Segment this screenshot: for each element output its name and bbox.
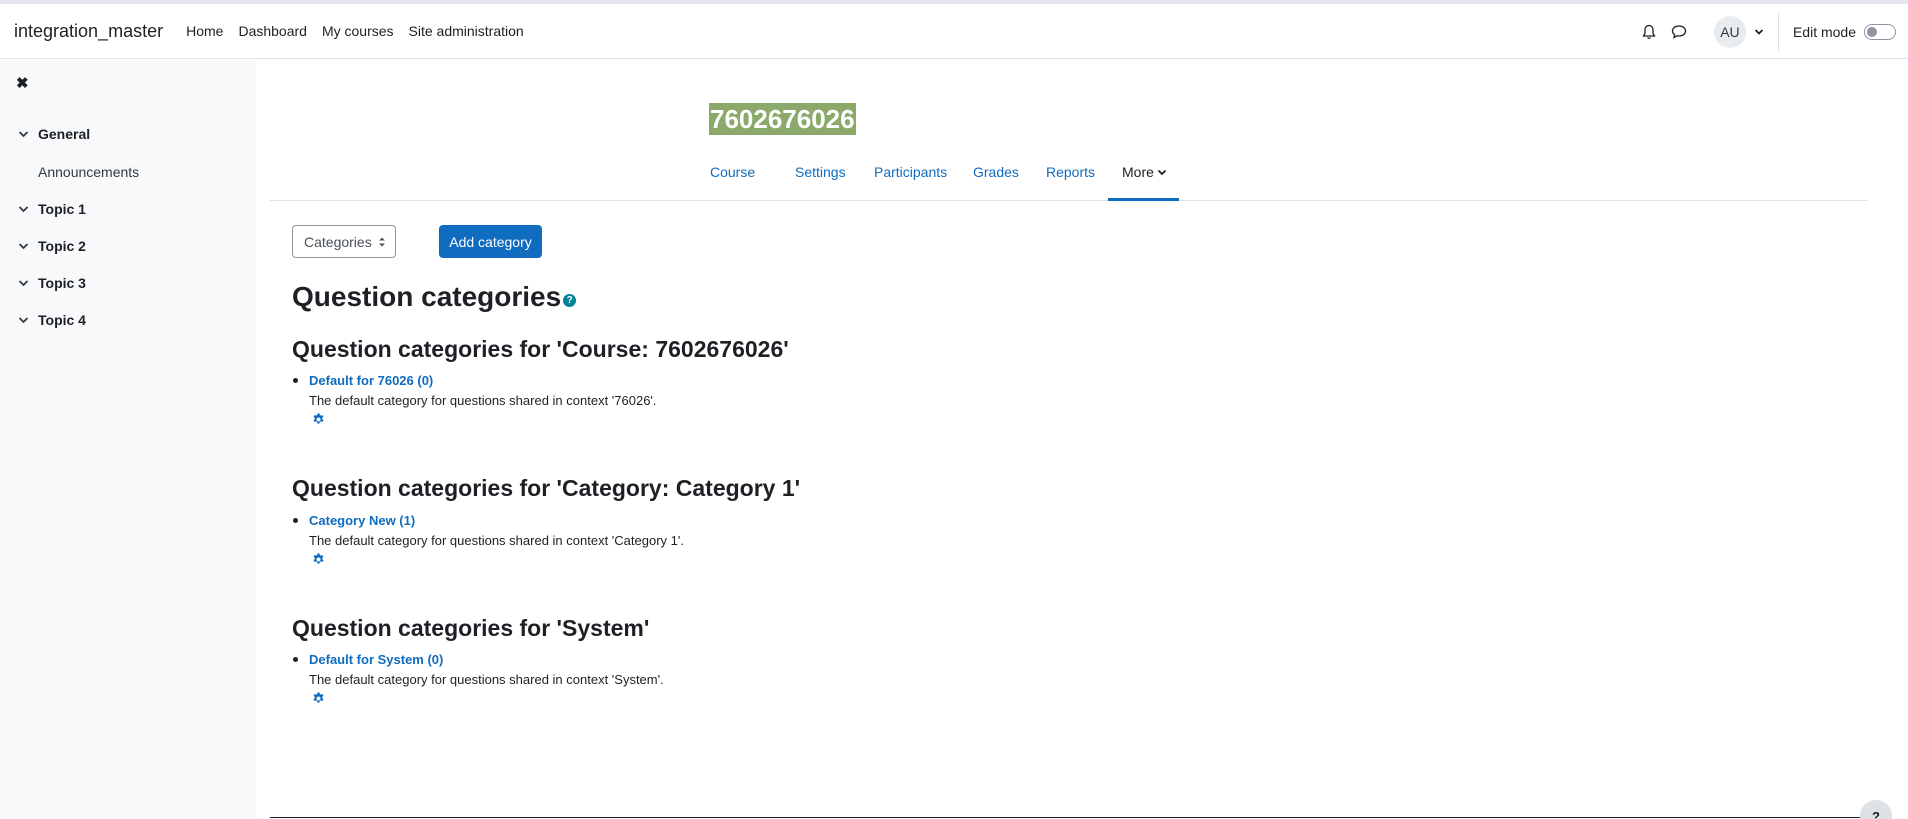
category-link[interactable]: Default for 76026 (0) bbox=[309, 373, 433, 388]
gear-icon[interactable] bbox=[312, 553, 325, 566]
secondary-navigation: Course Settings Participants Grades Repo… bbox=[270, 135, 1868, 201]
tab-settings[interactable]: Settings bbox=[795, 164, 846, 180]
page-heading-text: Question categories bbox=[292, 281, 562, 312]
category-link[interactable]: Default for System (0) bbox=[309, 652, 443, 667]
list-bullet bbox=[293, 378, 298, 383]
chevron-down-icon[interactable] bbox=[1157, 168, 1167, 176]
help-icon[interactable]: ? bbox=[563, 293, 577, 307]
category-description: The default category for questions share… bbox=[309, 393, 657, 408]
drawer-section-topic-3[interactable]: Topic 3 bbox=[18, 275, 86, 291]
tab-participants[interactable]: Participants bbox=[874, 164, 947, 180]
drawer-section-label[interactable]: Topic 1 bbox=[38, 201, 86, 217]
drawer-section-topic-1[interactable]: Topic 1 bbox=[18, 201, 86, 217]
user-menu[interactable]: AU bbox=[1713, 15, 1764, 48]
list-item: Default for 76026 (0) bbox=[293, 373, 433, 388]
tab-reports[interactable]: Reports bbox=[1046, 164, 1095, 180]
nav-site-administration[interactable]: Site administration bbox=[409, 23, 524, 39]
chevron-down-icon[interactable] bbox=[18, 277, 30, 289]
chevron-down-icon[interactable] bbox=[18, 203, 30, 215]
drawer-section-label[interactable]: Topic 2 bbox=[38, 238, 86, 254]
footer-divider bbox=[270, 817, 1868, 818]
top-navbar: integration_master Home Dashboard My cou… bbox=[0, 4, 1908, 59]
drawer-item-announcements[interactable]: Announcements bbox=[38, 164, 139, 180]
list-item: Default for System (0) bbox=[293, 652, 443, 667]
active-tab-indicator bbox=[1108, 198, 1179, 201]
gear-icon[interactable] bbox=[312, 692, 325, 705]
list-bullet bbox=[293, 657, 298, 662]
nav-dashboard[interactable]: Dashboard bbox=[238, 23, 307, 39]
drawer-section-general[interactable]: General bbox=[18, 126, 90, 142]
add-category-button[interactable]: Add category bbox=[439, 225, 542, 258]
sort-arrows-icon bbox=[379, 237, 385, 247]
edit-mode-label: Edit mode bbox=[1792, 23, 1856, 40]
tab-course[interactable]: Course bbox=[710, 164, 755, 180]
edit-mode-toggle[interactable] bbox=[1864, 23, 1896, 40]
page-heading: Question categories ? bbox=[292, 281, 577, 313]
select-value: Categories bbox=[304, 233, 372, 250]
drawer-section-label[interactable]: Topic 4 bbox=[38, 312, 86, 328]
footer-help-button[interactable]: ? bbox=[1860, 800, 1892, 819]
tab-more-label[interactable]: More bbox=[1122, 164, 1154, 180]
bell-icon[interactable] bbox=[1640, 23, 1658, 41]
tab-grades[interactable]: Grades bbox=[973, 164, 1019, 180]
context-heading-course: Question categories for 'Course: 7602676… bbox=[292, 336, 789, 362]
avatar[interactable]: AU bbox=[1713, 15, 1746, 48]
drawer-section-topic-2[interactable]: Topic 2 bbox=[18, 238, 86, 254]
category-description: The default category for questions share… bbox=[309, 672, 664, 687]
navbar-right: AU Edit mode bbox=[1640, 4, 1908, 59]
navbar-divider bbox=[1777, 12, 1779, 51]
category-description: The default category for questions share… bbox=[309, 533, 684, 548]
nav-my-courses[interactable]: My courses bbox=[322, 23, 394, 39]
site-brand[interactable]: integration_master bbox=[14, 21, 163, 42]
close-icon[interactable]: ✖ bbox=[16, 76, 32, 92]
question-bank-select[interactable]: Categories bbox=[292, 225, 396, 258]
course-index-drawer: ✖ General Announcements Topic 1 Topic 2 … bbox=[0, 60, 256, 819]
tab-more[interactable]: More bbox=[1122, 164, 1167, 180]
context-heading-category: Question categories for 'Category: Categ… bbox=[292, 475, 801, 501]
chevron-down-icon[interactable] bbox=[18, 240, 30, 252]
list-bullet bbox=[293, 518, 298, 523]
page-title: 7602676026 bbox=[709, 103, 856, 135]
gear-icon[interactable] bbox=[312, 413, 325, 426]
chevron-down-icon[interactable] bbox=[1754, 23, 1764, 41]
message-bubble-icon[interactable] bbox=[1670, 23, 1688, 41]
drawer-section-label[interactable]: Topic 3 bbox=[38, 275, 86, 291]
drawer-section-label[interactable]: General bbox=[38, 126, 90, 142]
main-content: 7602676026 Course Settings Participants … bbox=[256, 60, 1908, 819]
chevron-down-icon[interactable] bbox=[18, 314, 30, 326]
primary-navigation: Home Dashboard My courses Site administr… bbox=[186, 23, 539, 39]
drawer-section-topic-4[interactable]: Topic 4 bbox=[18, 312, 86, 328]
edit-mode-control: Edit mode bbox=[1792, 23, 1896, 40]
context-heading-system: Question categories for 'System' bbox=[292, 615, 650, 641]
category-link[interactable]: Category New (1) bbox=[309, 513, 415, 528]
list-item: Category New (1) bbox=[293, 513, 415, 528]
nav-home[interactable]: Home bbox=[186, 23, 223, 39]
chevron-down-icon[interactable] bbox=[18, 128, 30, 140]
